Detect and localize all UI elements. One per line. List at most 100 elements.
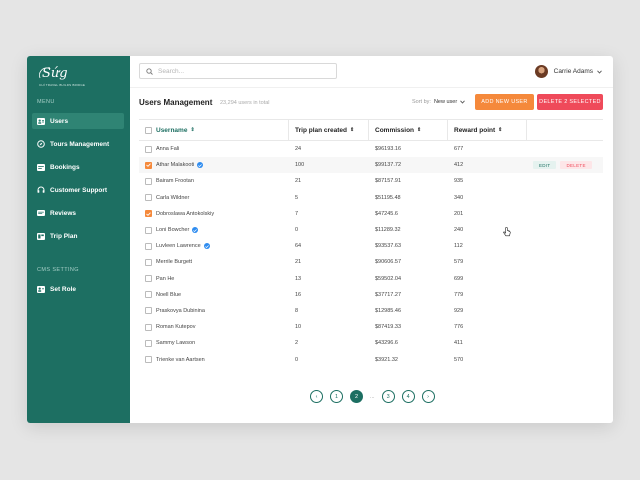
column-header-commission[interactable]: Commission ⇕ — [369, 120, 448, 140]
page-button-3[interactable]: 3 — [381, 390, 395, 403]
cell-trip-plan: 16 — [295, 291, 302, 298]
row-checkbox[interactable] — [145, 323, 152, 331]
cell-reward-point: 340 — [454, 194, 464, 201]
headset-icon — [37, 186, 45, 194]
row-checkbox[interactable] — [145, 145, 152, 153]
row-checkbox[interactable] — [145, 275, 152, 283]
previous-page-button[interactable]: ‹ — [310, 390, 323, 403]
column-header-username[interactable]: Username ⇕ — [139, 120, 289, 140]
sidebar-item-set-role[interactable]: Set Role — [32, 281, 124, 297]
sidebar-item-customer-support[interactable]: Customer Support — [32, 182, 124, 198]
table-row[interactable]: Merrile Burgett 21 $90606.57 579 — [139, 254, 603, 270]
user-menu[interactable]: Carrie Adams — [534, 65, 602, 78]
verified-badge-icon — [197, 162, 204, 169]
column-header-reward-point[interactable]: Reward point ⇕ — [448, 120, 527, 140]
cell-reward-point: 579 — [454, 259, 464, 266]
delete-selected-button[interactable]: DELETE 2 SELECTED — [537, 94, 603, 110]
sort-dropdown[interactable]: Sort by: New user — [412, 99, 466, 105]
verified-badge-icon — [203, 243, 210, 250]
trip-plan-icon — [37, 232, 45, 240]
select-all-checkbox[interactable] — [145, 126, 152, 134]
cell-commission: $3921.32 — [375, 356, 398, 363]
row-checkbox[interactable] — [145, 210, 152, 218]
row-checkbox[interactable] — [145, 356, 152, 364]
users-total-count: 23,294 users in total — [220, 100, 270, 106]
cell-trip-plan: 64 — [295, 243, 302, 250]
row-checkbox[interactable] — [145, 339, 152, 347]
cell-username: Athar Malakooti — [139, 157, 289, 173]
menu-section-label: MENU — [37, 99, 55, 105]
cell-reward-point: 570 — [454, 356, 464, 363]
cell-reward-point: 411 — [454, 340, 463, 347]
cell-reward-point: 779 — [454, 291, 464, 298]
sidebar-item-tours-management[interactable]: Tours Management — [32, 136, 124, 152]
cell-commission: $90606.57 — [375, 259, 401, 266]
row-checkbox[interactable] — [145, 258, 152, 266]
cell-commission: $47245.6 — [375, 210, 398, 217]
table-row[interactable]: Luvleen Lawrence 64 $93537.63 112 — [139, 238, 603, 254]
row-checkbox[interactable] — [145, 291, 152, 299]
delete-row-button[interactable]: DELETE — [560, 161, 592, 170]
row-checkbox[interactable] — [145, 194, 152, 202]
table-row[interactable]: Athar Malakooti 100 $99137.72 412 EDIT DELETE — [139, 157, 603, 174]
sidebar-item-users[interactable]: Users — [32, 113, 124, 129]
cell-actions — [527, 254, 603, 270]
username-text: Dobroslawa Antokolskiy — [156, 210, 215, 217]
username-text: Praskovya Dubinina — [156, 307, 205, 314]
table-row[interactable]: Pan He 13 $59502.04 699 — [139, 271, 603, 287]
next-page-button[interactable]: › — [421, 390, 435, 403]
row-checkbox[interactable] — [145, 226, 152, 234]
sidebar-item-label: Bookings — [50, 163, 80, 171]
edit-row-button[interactable]: EDIT — [533, 161, 557, 170]
row-checkbox[interactable] — [145, 242, 152, 250]
table-row[interactable]: Anna Fali 24 $96193.16 677 — [139, 141, 603, 157]
username-text: Sammy Lawson — [156, 340, 196, 347]
row-checkbox[interactable] — [145, 161, 152, 169]
brand-logo[interactable]: Sứg CHỈ TRAVEL BUILDS BRIDGE — [35, 63, 85, 89]
logo-text: Sứg — [42, 66, 68, 81]
username-text: Roman Kutepov — [156, 324, 196, 331]
sidebar-item-reviews[interactable]: Reviews — [32, 205, 124, 221]
table-row[interactable]: Loni Bowcher 0 $11289.32 240 — [139, 222, 603, 238]
sort-arrows-icon: ⇕ — [417, 127, 422, 133]
sidebar: Sứg CHỈ TRAVEL BUILDS BRIDGE MENU Users … — [27, 56, 130, 423]
sidebar-item-label: Set Role — [50, 285, 77, 293]
table-row[interactable]: Bairam Frootan 21 $87157.91 935 — [139, 173, 603, 189]
verified-badge-icon — [192, 227, 199, 234]
sidebar-item-bookings[interactable]: Bookings — [32, 159, 124, 175]
row-checkbox[interactable] — [145, 307, 152, 315]
column-header-trip-plan[interactable]: Trip plan created ⇕ — [289, 120, 369, 140]
search-input[interactable] — [158, 67, 328, 75]
cell-commission: $37717.27 — [375, 291, 401, 298]
page-button-2[interactable]: 2 — [350, 390, 363, 403]
table-row[interactable]: Trienke van Aartsen 0 $3921.32 570 — [139, 351, 603, 367]
page-button-4[interactable]: 4 — [401, 390, 415, 403]
table-row[interactable]: Praskovya Dubinina 8 $12985.46 929 — [139, 303, 603, 319]
cell-reward-point: 699 — [454, 275, 464, 282]
cell-actions — [527, 319, 603, 335]
sort-label: Sort by: — [412, 99, 431, 105]
table-row[interactable]: Noell Blue 16 $37717.27 779 — [139, 287, 603, 303]
cell-reward-point: 929 — [454, 307, 464, 314]
table-row[interactable]: Carla Wildner 5 $51195.48 340 — [139, 190, 603, 206]
username-text: Luvleen Lawrence — [156, 243, 201, 250]
cell-commission: $11289.32 — [375, 227, 401, 234]
row-checkbox[interactable] — [145, 177, 152, 185]
users-icon — [37, 117, 45, 125]
cell-trip-plan: 10 — [295, 324, 302, 331]
search-box[interactable] — [139, 63, 337, 79]
set-role-icon — [37, 285, 45, 293]
sidebar-item-trip-plan[interactable]: Trip Plan — [32, 228, 124, 244]
table-row[interactable]: Sammy Lawson 2 $43296.6 411 — [139, 335, 603, 351]
page-button-1[interactable]: 1 — [330, 390, 343, 403]
avatar — [534, 65, 548, 78]
add-new-user-button[interactable]: ADD NEW USER — [475, 94, 534, 110]
cell-trip-plan: 100 — [295, 162, 305, 169]
table-row[interactable]: Dobroslawa Antokolskiy 7 $47245.6 201 — [139, 206, 603, 222]
pagination-ellipsis: ... — [370, 393, 375, 400]
cell-actions — [527, 190, 603, 206]
table-row[interactable]: Roman Kutepov 10 $87419.33 776 — [139, 319, 603, 335]
username-text: Pan He — [156, 275, 175, 282]
cell-trip-plan: 24 — [295, 146, 302, 153]
cell-commission: $51195.48 — [375, 194, 401, 201]
